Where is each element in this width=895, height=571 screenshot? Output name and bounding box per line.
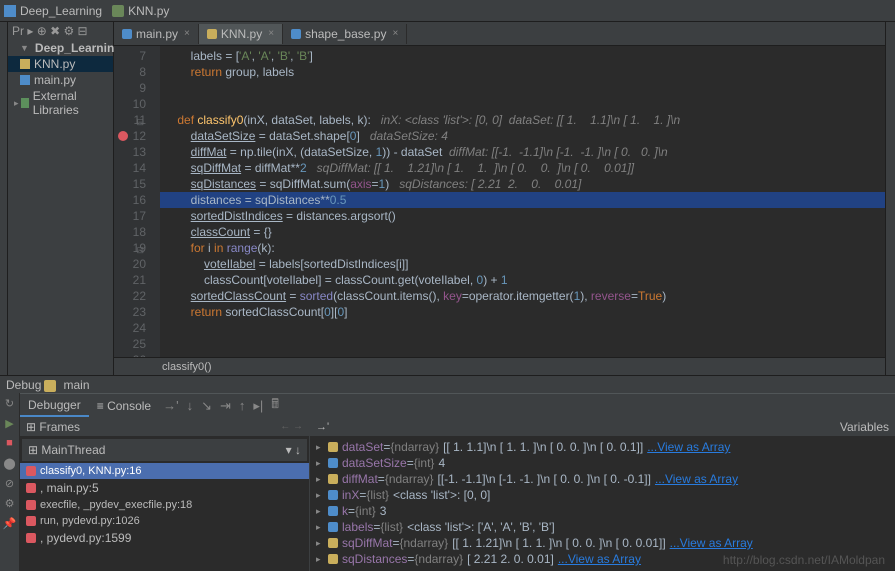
right-gutter-strip bbox=[885, 22, 895, 375]
var-type-icon bbox=[328, 522, 338, 532]
frame-icon bbox=[26, 483, 36, 493]
frames-header: ⊞ Frames ← → bbox=[20, 417, 309, 437]
expand-icon[interactable]: ▸ bbox=[316, 506, 324, 517]
editor-tab[interactable]: main.py× bbox=[114, 24, 199, 44]
variable-item[interactable]: ▸inX = {list}<class 'list'>: [0, 0] bbox=[312, 487, 893, 503]
watermark: http://blog.csdn.net/IAMoldpan bbox=[723, 553, 885, 567]
step-over-button[interactable]: →' bbox=[163, 398, 178, 413]
breadcrumb-bar: Deep_Learning KNN.py bbox=[0, 0, 895, 22]
left-gutter-strip bbox=[0, 22, 8, 375]
var-type-icon bbox=[328, 506, 338, 516]
variable-list[interactable]: ▸dataSet = {ndarray}[[ 1. 1.1]\n [ 1. 1.… bbox=[310, 437, 895, 571]
resume-button[interactable]: ▶ bbox=[3, 417, 17, 431]
tree-item-main[interactable]: main.py bbox=[8, 72, 113, 88]
view-as-array-link[interactable]: ...View as Array bbox=[647, 440, 730, 454]
frame-item[interactable]: classify0, KNN.py:16 bbox=[20, 463, 309, 479]
variables-header: →' Variables bbox=[310, 417, 895, 437]
step-into-my-button[interactable]: ↘ bbox=[201, 398, 212, 414]
tree-item-external[interactable]: ▸ External Libraries bbox=[8, 88, 113, 118]
frame-item[interactable]: , main.py:5 bbox=[20, 479, 309, 497]
variables-panel: →' Variables ▸dataSet = {ndarray}[[ 1. 1… bbox=[310, 417, 895, 571]
stop-button[interactable]: ■ bbox=[3, 437, 17, 451]
view-as-array-link[interactable]: ...View as Array bbox=[670, 536, 753, 550]
editor-tab[interactable]: shape_base.py× bbox=[283, 24, 407, 44]
view-breakpoints-button[interactable]: ⬤ bbox=[3, 457, 17, 471]
var-type-icon bbox=[328, 490, 338, 500]
frame-icon bbox=[26, 516, 36, 526]
variable-item[interactable]: ▸dataSetSize = {int}4 bbox=[312, 455, 893, 471]
variable-item[interactable]: ▸k = {int}3 bbox=[312, 503, 893, 519]
expand-icon[interactable]: ▸ bbox=[316, 458, 324, 469]
variable-item[interactable]: ▸dataSet = {ndarray}[[ 1. 1.1]\n [ 1. 1.… bbox=[312, 439, 893, 455]
variable-item[interactable]: ▸diffMat = {ndarray}[[-1. -1.1]\n [-1. -… bbox=[312, 471, 893, 487]
var-type-icon bbox=[328, 538, 338, 548]
file-icon bbox=[122, 29, 132, 39]
debug-toolbar: Debugger ≡ Console →' ↓ ↘ ⇥ ↑ ▸| 🖩 bbox=[20, 393, 895, 417]
frame-item[interactable]: run, pydevd.py:1026 bbox=[20, 513, 309, 529]
step-into-button[interactable]: ↓ bbox=[187, 398, 194, 413]
editor-tab[interactable]: KNN.py× bbox=[199, 24, 283, 44]
mute-button[interactable]: ⊘ bbox=[3, 477, 17, 491]
library-icon bbox=[21, 98, 29, 108]
frame-list[interactable]: classify0, KNN.py:16, main.py:5execfile,… bbox=[20, 463, 309, 571]
tab-console[interactable]: ≡ Console bbox=[89, 396, 159, 416]
bug-icon bbox=[44, 380, 56, 392]
expand-icon[interactable]: ▸ bbox=[316, 538, 324, 549]
thread-selector[interactable]: ⊞ MainThread ▾ ↓ bbox=[22, 439, 307, 461]
editor-tabs: main.py×KNN.py×shape_base.py× bbox=[114, 22, 885, 46]
code-lines[interactable]: labels = ['A', 'A', 'B', 'B'] return gro… bbox=[160, 46, 885, 357]
file-icon bbox=[291, 29, 301, 39]
frame-item[interactable]: , pydevd.py:1599 bbox=[20, 529, 309, 547]
debug-side-buttons: ↻ ▶ ■ ⬤ ⊘ ⚙ 📌 bbox=[0, 393, 20, 571]
breadcrumb-project[interactable]: Deep_Learning bbox=[20, 4, 102, 18]
python-file-icon bbox=[20, 59, 30, 69]
var-type-icon bbox=[328, 442, 338, 452]
tree-root[interactable]: ▼ Deep_Learning E:\P bbox=[8, 40, 113, 56]
expand-icon[interactable]: ▸ bbox=[316, 522, 324, 533]
frame-icon bbox=[26, 466, 36, 476]
variable-item[interactable]: ▸sqDiffMat = {ndarray}[[ 1. 1.21]\n [ 1.… bbox=[312, 535, 893, 551]
close-icon[interactable]: × bbox=[184, 28, 190, 39]
expand-icon[interactable]: ▸ bbox=[316, 474, 324, 485]
breadcrumb-file[interactable]: KNN.py bbox=[128, 4, 169, 18]
expand-icon[interactable]: ▸ bbox=[316, 442, 324, 453]
var-type-icon bbox=[328, 474, 338, 484]
tree-item-knn[interactable]: KNN.py bbox=[8, 56, 113, 72]
pin-button[interactable]: 📌 bbox=[3, 517, 17, 531]
expand-icon[interactable]: ▸ bbox=[316, 554, 324, 565]
breakpoint-icon[interactable] bbox=[118, 131, 128, 141]
file-icon bbox=[207, 29, 217, 39]
view-as-array-link[interactable]: ...View as Array bbox=[655, 472, 738, 486]
function-crumb[interactable]: classify0() bbox=[114, 357, 885, 375]
gutter[interactable]: 7891011⊟1213141516171819⊟20212223242526 bbox=[114, 46, 160, 357]
var-type-icon bbox=[328, 458, 338, 468]
frame-icon bbox=[26, 533, 36, 543]
project-header: Pr ▸ ⊕ ✖ ⚙ ⊟ bbox=[8, 22, 113, 40]
close-icon[interactable]: × bbox=[268, 28, 274, 39]
tab-debugger[interactable]: Debugger bbox=[20, 395, 89, 417]
code-view[interactable]: 7891011⊟1213141516171819⊟20212223242526 … bbox=[114, 46, 885, 357]
python-file-icon bbox=[20, 75, 30, 85]
frame-item[interactable]: execfile, _pydev_execfile.py:18 bbox=[20, 497, 309, 513]
run-to-cursor-button[interactable]: ▸| bbox=[253, 398, 263, 414]
expand-icon[interactable]: ▸ bbox=[316, 490, 324, 501]
rerun-button[interactable]: ↻ bbox=[3, 397, 17, 411]
debug-header: Debug main bbox=[0, 375, 895, 393]
frame-icon bbox=[26, 500, 36, 510]
step-out-button[interactable]: ↑ bbox=[239, 398, 246, 413]
force-step-button[interactable]: ⇥ bbox=[220, 398, 231, 414]
frames-panel: ⊞ Frames ← → ⊞ MainThread ▾ ↓ classify0,… bbox=[20, 417, 310, 571]
file-icon bbox=[112, 5, 124, 17]
project-icon bbox=[4, 5, 16, 17]
view-as-array-link[interactable]: ...View as Array bbox=[558, 552, 641, 566]
variable-item[interactable]: ▸labels = {list}<class 'list'>: ['A', 'A… bbox=[312, 519, 893, 535]
project-tree[interactable]: Pr ▸ ⊕ ✖ ⚙ ⊟ ▼ Deep_Learning E:\P KNN.py… bbox=[8, 22, 114, 375]
evaluate-button[interactable]: 🖩 bbox=[271, 395, 279, 417]
close-icon[interactable]: × bbox=[392, 28, 398, 39]
editor: main.py×KNN.py×shape_base.py× 7891011⊟12… bbox=[114, 22, 885, 375]
var-type-icon bbox=[328, 554, 338, 564]
settings-button[interactable]: ⚙ bbox=[3, 497, 17, 511]
